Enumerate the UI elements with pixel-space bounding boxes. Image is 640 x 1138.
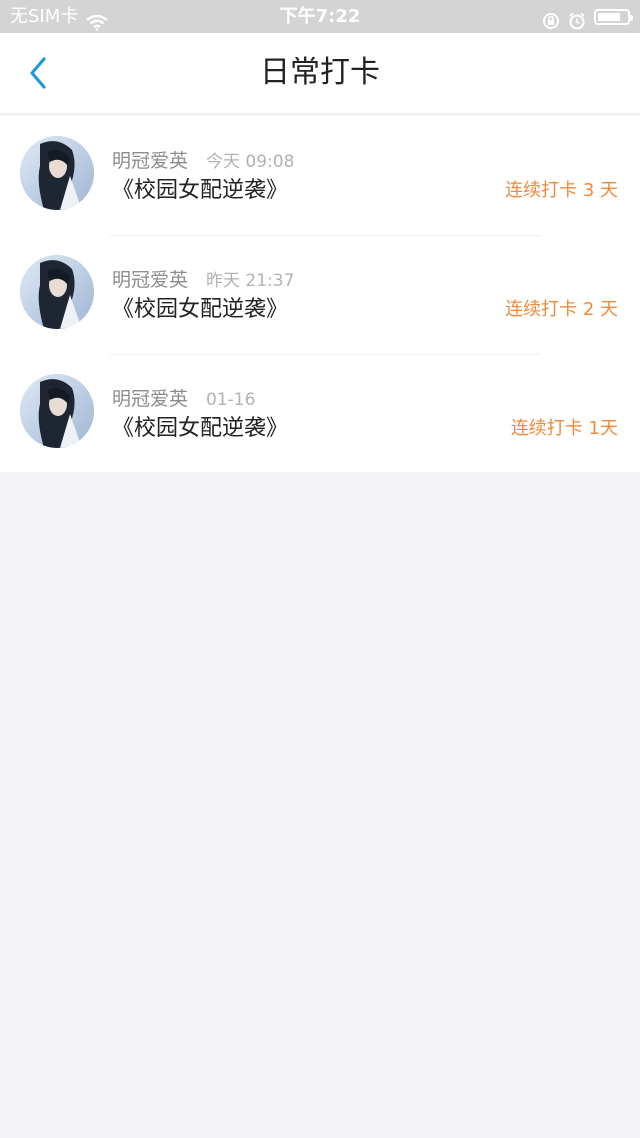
user-name: 明冠爱英 — [112, 388, 189, 410]
checkin-row[interactable]: 明冠爱英 今天 09:08 《校园女配逆袭》 连续打卡 3 天 — [0, 116, 640, 235]
checkin-row[interactable]: 明冠爱英 昨天 21:37 《校园女配逆袭》 连续打卡 2 天 — [0, 235, 640, 354]
status-bar: 无SIM卡 下午7:22 — [0, 0, 640, 33]
avatar[interactable] — [20, 255, 94, 329]
book-title[interactable]: 《校园女配逆袭》 — [112, 410, 288, 442]
checkin-meta: 明冠爱英 今天 09:08 — [112, 146, 294, 173]
battery-icon — [594, 8, 633, 25]
checkin-row[interactable]: 明冠爱英 01-16 《校园女配逆袭》 连续打卡 1天 — [0, 354, 640, 473]
user-name: 明冠爱英 — [112, 269, 189, 291]
streak-label: 连续打卡 1天 — [510, 418, 618, 439]
user-name: 明冠爱英 — [112, 150, 189, 172]
avatar[interactable] — [20, 136, 94, 210]
checkin-time: 01-16 — [206, 390, 256, 410]
alarm-icon — [568, 8, 586, 29]
status-right — [542, 0, 633, 33]
streak-label: 连续打卡 2 天 — [505, 299, 618, 320]
page-title: 日常打卡 — [260, 55, 380, 90]
checkin-meta: 明冠爱英 昨天 21:37 — [112, 265, 294, 292]
checkin-time: 昨天 21:37 — [206, 271, 295, 291]
avatar[interactable] — [20, 374, 94, 448]
checkin-time: 今天 09:08 — [206, 152, 295, 172]
orientation-lock-icon — [542, 8, 560, 29]
book-title[interactable]: 《校园女配逆袭》 — [112, 291, 288, 323]
checkin-list: 明冠爱英 今天 09:08 《校园女配逆袭》 连续打卡 3 天 明冠爱英 昨天 … — [0, 116, 640, 472]
checkin-meta: 明冠爱英 01-16 — [112, 384, 255, 411]
streak-label: 连续打卡 3 天 — [505, 180, 618, 201]
book-title[interactable]: 《校园女配逆袭》 — [112, 172, 288, 204]
nav-bar: 日常打卡 — [0, 33, 640, 114]
